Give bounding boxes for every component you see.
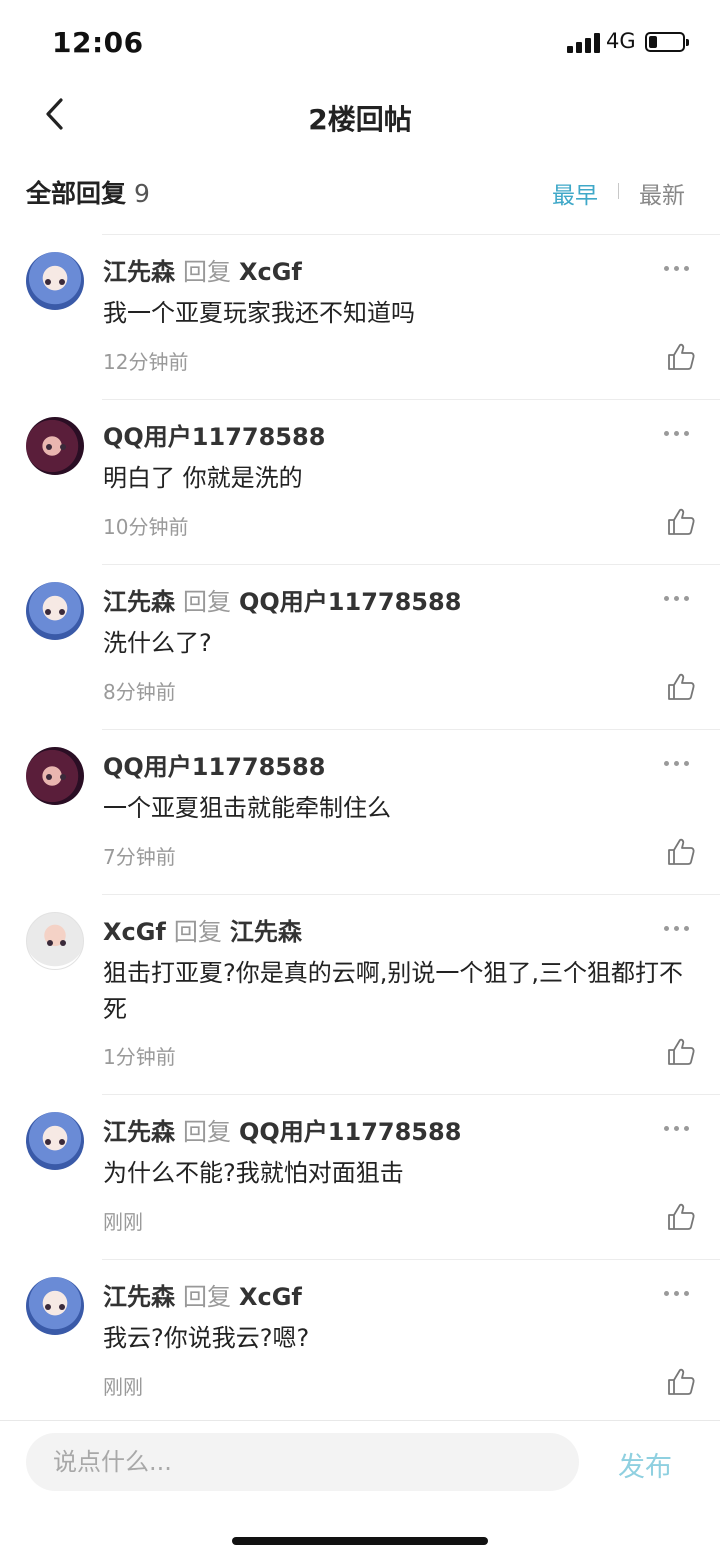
reply-time: 7分钟前	[103, 845, 176, 869]
reply-item[interactable]: 江先森 回复 XcGf 我一个亚夏玩家我还不知道吗 12分钟前	[0, 234, 720, 399]
thumbs-up-icon[interactable]	[666, 672, 696, 702]
page-title: 2楼回帖	[308, 103, 412, 136]
divider	[102, 564, 720, 565]
sort-earliest-tab[interactable]: 最早	[552, 176, 598, 210]
thumbs-up-icon[interactable]	[666, 507, 696, 537]
reply-word: 回复	[183, 1118, 231, 1146]
avatar[interactable]	[26, 747, 84, 805]
divider	[102, 1259, 720, 1260]
reply-header: QQ用户11778588	[103, 417, 325, 452]
reply-word: 回复	[173, 918, 222, 946]
divider	[102, 729, 720, 730]
home-indicator	[232, 1537, 488, 1545]
status-time: 12:06	[52, 26, 144, 59]
reply-text: 洗什么了?	[103, 629, 212, 657]
comment-input[interactable]	[26, 1433, 579, 1491]
signal-icon	[567, 33, 601, 53]
replies-count: 9	[134, 179, 150, 208]
reply-author[interactable]: 江先森	[103, 258, 175, 286]
reply-author[interactable]: 江先森	[103, 1283, 175, 1311]
thumbs-up-icon[interactable]	[666, 837, 696, 867]
publish-button[interactable]: 发布	[618, 1445, 672, 1484]
avatar[interactable]	[26, 1277, 84, 1335]
reply-target[interactable]: QQ用户11778588	[239, 1118, 461, 1146]
reply-time: 刚刚	[103, 1375, 143, 1399]
thumbs-up-icon[interactable]	[666, 1367, 696, 1397]
network-type: 4G	[606, 29, 636, 53]
avatar[interactable]	[26, 1112, 84, 1170]
more-options-icon[interactable]	[664, 1291, 690, 1297]
reply-time: 1分钟前	[103, 1045, 176, 1069]
avatar[interactable]	[26, 417, 84, 475]
reply-item[interactable]: 江先森 回复 QQ用户11778588 洗什么了? 8分钟前	[0, 564, 720, 729]
sort-latest-tab[interactable]: 最新	[639, 176, 685, 210]
reply-author[interactable]: XcGf	[103, 918, 166, 946]
reply-header: 江先森 回复 QQ用户11778588	[103, 1112, 461, 1147]
reply-word: 回复	[183, 588, 231, 616]
reply-header: 江先森 回复 XcGf	[103, 1277, 302, 1312]
replies-header: 全部回复 9 最早 最新	[0, 168, 720, 214]
reply-item[interactable]: XcGf 回复 江先森 狙击打亚夏?你是真的云啊,别说一个狙了,三个狙都打不死 1分…	[0, 894, 720, 1094]
more-options-icon[interactable]	[664, 266, 690, 272]
reply-text: 为什么不能?我就怕对面狙击	[103, 1159, 404, 1187]
reply-text: 我云?你说我云?嗯?	[103, 1324, 310, 1352]
avatar[interactable]	[26, 252, 84, 310]
reply-time: 8分钟前	[103, 680, 176, 704]
thumbs-up-icon[interactable]	[666, 1202, 696, 1232]
avatar[interactable]	[26, 582, 84, 640]
comment-bar: 发布	[0, 1420, 720, 1558]
reply-text: 狙击打亚夏?你是真的云啊,别说一个狙了,三个狙都打不死	[103, 959, 683, 1023]
reply-time: 12分钟前	[103, 350, 189, 374]
more-options-icon[interactable]	[664, 1126, 690, 1132]
more-options-icon[interactable]	[664, 926, 690, 932]
reply-list: 江先森 回复 XcGf 我一个亚夏玩家我还不知道吗 12分钟前 QQ用户117785…	[0, 234, 720, 1424]
more-options-icon[interactable]	[664, 761, 690, 767]
reply-header: QQ用户11778588	[103, 747, 325, 782]
reply-header: XcGf 回复 江先森	[103, 912, 302, 947]
reply-item[interactable]: QQ用户11778588 明白了 你就是洗的 10分钟前	[0, 399, 720, 564]
divider	[102, 894, 720, 895]
reply-author[interactable]: QQ用户11778588	[103, 423, 325, 451]
reply-text: 一个亚夏狙击就能牵制住么	[103, 794, 391, 822]
avatar[interactable]	[26, 912, 84, 970]
reply-author[interactable]: 江先森	[103, 588, 175, 616]
nav-bar: 2楼回帖	[0, 86, 720, 150]
battery-icon	[645, 32, 689, 52]
divider	[102, 399, 720, 400]
replies-title: 全部回复 9	[26, 174, 150, 210]
reply-word: 回复	[183, 258, 231, 286]
reply-item[interactable]: 江先森 回复 XcGf 我云?你说我云?嗯? 刚刚	[0, 1259, 720, 1424]
divider	[102, 1094, 720, 1095]
more-options-icon[interactable]	[664, 431, 690, 437]
status-bar: 12:06 4G	[0, 0, 720, 86]
reply-target[interactable]: QQ用户11778588	[239, 588, 461, 616]
reply-header: 江先森 回复 XcGf	[103, 252, 302, 287]
reply-target[interactable]: XcGf	[239, 258, 302, 286]
reply-time: 刚刚	[103, 1210, 143, 1234]
reply-item[interactable]: QQ用户11778588 一个亚夏狙击就能牵制住么 7分钟前	[0, 729, 720, 894]
reply-text: 我一个亚夏玩家我还不知道吗	[103, 299, 415, 327]
reply-text: 明白了 你就是洗的	[103, 464, 303, 492]
reply-header: 江先森 回复 QQ用户11778588	[103, 582, 461, 617]
reply-author[interactable]: QQ用户11778588	[103, 753, 325, 781]
reply-time: 10分钟前	[103, 515, 189, 539]
reply-word: 回复	[183, 1283, 231, 1311]
thumbs-up-icon[interactable]	[666, 1037, 696, 1067]
sort-divider	[618, 183, 619, 199]
reply-author[interactable]: 江先森	[103, 1118, 175, 1146]
more-options-icon[interactable]	[664, 596, 690, 602]
reply-target[interactable]: 江先森	[230, 918, 302, 946]
thumbs-up-icon[interactable]	[666, 342, 696, 372]
reply-target[interactable]: XcGf	[239, 1283, 302, 1311]
replies-title-label: 全部回复	[26, 179, 127, 208]
reply-item[interactable]: 江先森 回复 QQ用户11778588 为什么不能?我就怕对面狙击 刚刚	[0, 1094, 720, 1259]
divider	[102, 234, 720, 235]
